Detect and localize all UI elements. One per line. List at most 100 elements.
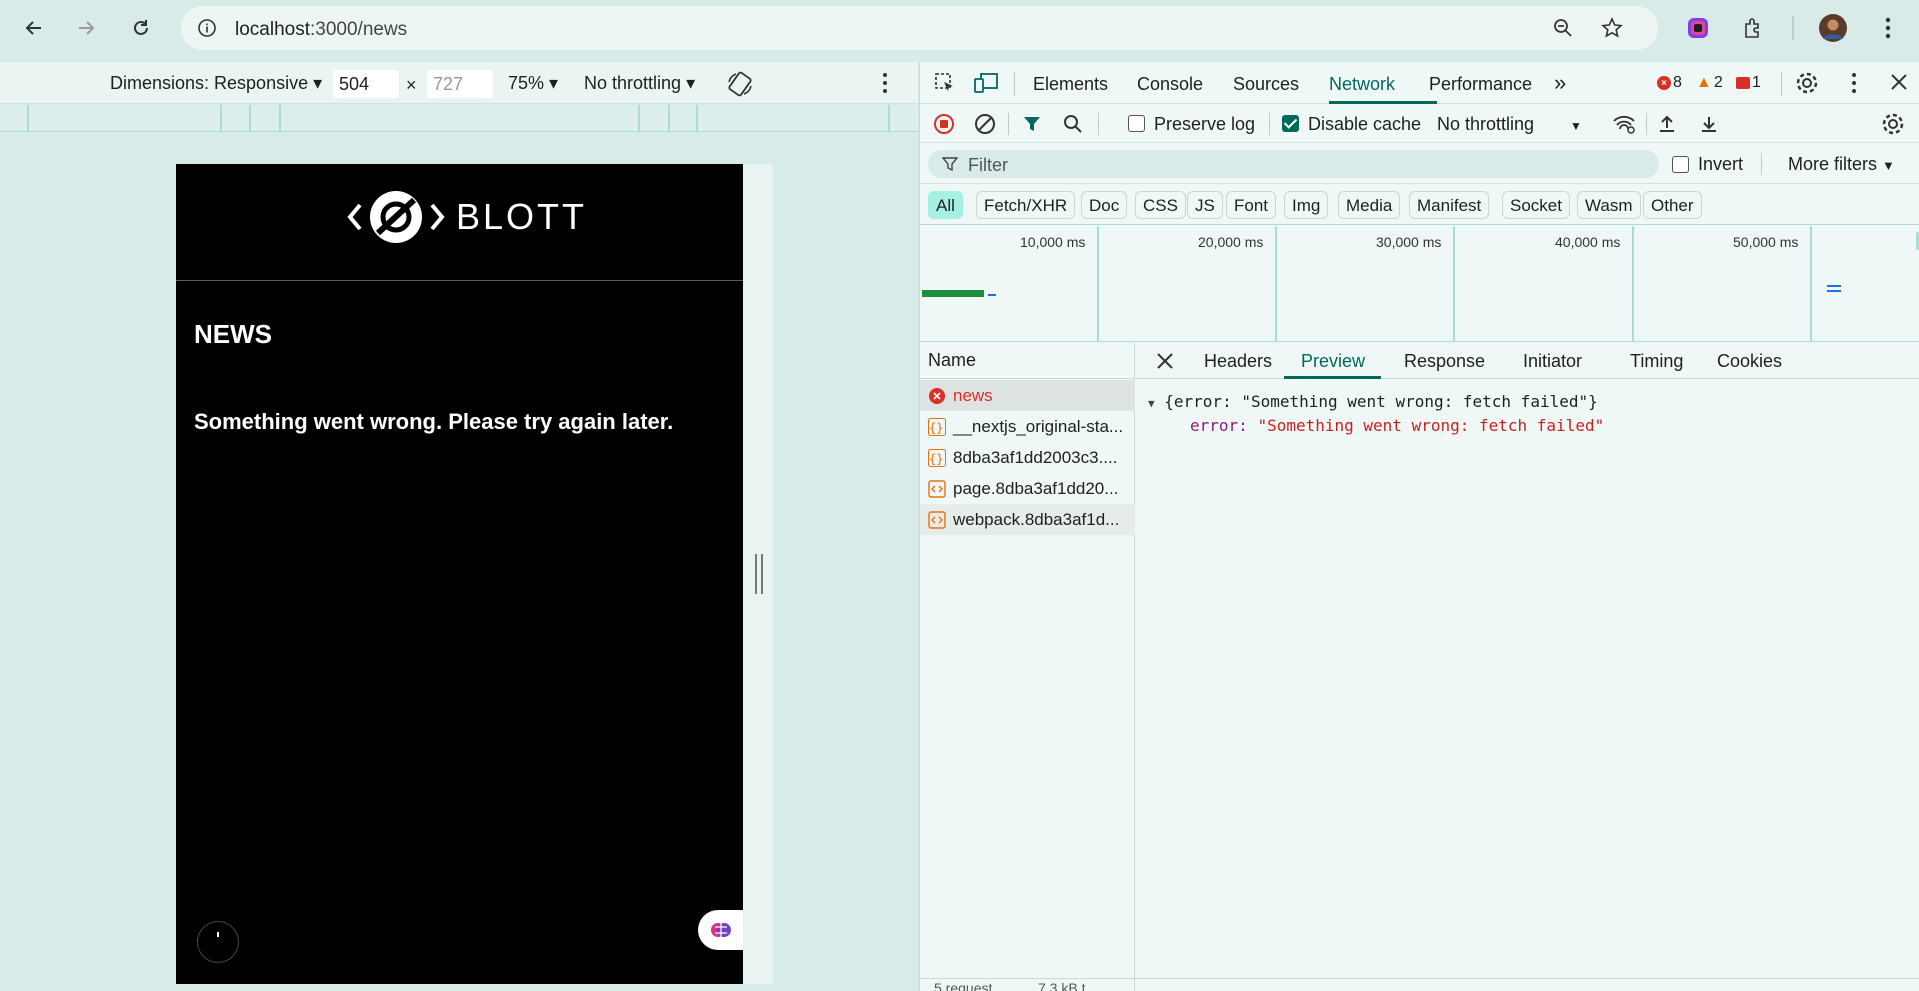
clear-icon[interactable]	[973, 112, 997, 136]
error-icon: ×	[1657, 76, 1671, 90]
width-input[interactable]: 504	[333, 70, 399, 98]
record-stop-icon[interactable]	[932, 112, 956, 136]
back-button[interactable]	[18, 12, 50, 44]
request-list-header[interactable]: Name	[920, 343, 1135, 379]
tab-preview[interactable]: Preview	[1301, 351, 1365, 372]
devtools-panel: Elements Console Sources Network Perform…	[919, 62, 1919, 991]
brain-assistant-button[interactable]	[698, 910, 743, 950]
type-socket[interactable]: Socket	[1502, 191, 1570, 219]
preview-property-row[interactable]: error: "Something went wrong: fetch fail…	[1190, 416, 1604, 435]
more-filters-select[interactable]: More filters ▼	[1788, 154, 1895, 175]
tab-network[interactable]: Network	[1329, 74, 1395, 95]
tab-cookies[interactable]: Cookies	[1717, 351, 1782, 372]
reload-button[interactable]	[125, 12, 157, 44]
type-img[interactable]: Img	[1284, 191, 1329, 219]
filter-input[interactable]: Filter	[928, 150, 1659, 178]
site-info-icon[interactable]	[197, 18, 217, 43]
blott-logo[interactable]: BLOTT	[346, 188, 587, 246]
zoom-select[interactable]: 75% ▾	[508, 73, 558, 94]
throttling-select[interactable]: No throttling ▾	[584, 73, 695, 94]
url-path: :3000/news	[310, 19, 408, 40]
brain-icon	[710, 923, 731, 937]
bookmark-star-icon[interactable]	[1601, 17, 1623, 44]
more-tabs-icon[interactable]: »	[1554, 70, 1566, 96]
settings-gear-icon[interactable]	[1795, 71, 1819, 100]
type-fetch-xhr[interactable]: Fetch/XHR	[976, 191, 1076, 219]
close-devtools-icon[interactable]	[1890, 73, 1908, 96]
puzzle-icon[interactable]	[1737, 12, 1769, 44]
network-toolbar: Preserve log Disable cache No throttling…	[920, 105, 1919, 143]
network-throttling-select[interactable]: No throttling	[1437, 114, 1534, 135]
devtools-tab-bar: Elements Console Sources Network Perform…	[920, 62, 1919, 104]
warnings-badge[interactable]: ▲ 2	[1696, 74, 1723, 92]
tab-headers[interactable]: Headers	[1204, 351, 1272, 372]
tab-sources[interactable]: Sources	[1233, 74, 1299, 95]
forward-button[interactable]	[70, 12, 102, 44]
type-wasm[interactable]: Wasm	[1577, 191, 1641, 219]
close-detail-icon[interactable]	[1156, 352, 1174, 375]
throttling-dropdown-icon[interactable]: ▼	[1570, 119, 1582, 133]
type-js[interactable]: JS	[1187, 191, 1223, 219]
rotate-icon[interactable]	[726, 70, 754, 103]
type-other[interactable]: Other	[1643, 191, 1702, 219]
tab-console[interactable]: Console	[1137, 74, 1203, 95]
height-input[interactable]: 727	[427, 70, 493, 98]
back-icon	[25, 21, 41, 35]
filter-funnel-icon[interactable]	[1020, 112, 1044, 136]
search-icon[interactable]	[1061, 112, 1085, 136]
svg-text:{}: {}	[929, 421, 943, 435]
json-icon: {}	[928, 417, 946, 436]
preview-summary: {error: "Something went wrong: fetch fai…	[1164, 392, 1598, 411]
preserve-log-checkbox[interactable]	[1128, 115, 1145, 132]
type-css[interactable]: CSS	[1135, 191, 1186, 219]
type-media[interactable]: Media	[1338, 191, 1401, 219]
resize-handle[interactable]	[755, 554, 763, 594]
devtools-more-icon[interactable]	[1851, 72, 1857, 99]
type-doc[interactable]: Doc	[1081, 191, 1128, 219]
timeline-label-40s: 40,000 ms	[1555, 234, 1621, 250]
request-row[interactable]: {} 8dba3af1dd2003c3....	[920, 442, 1135, 473]
type-all[interactable]: All	[928, 191, 963, 219]
preview-object-row[interactable]: ▼ {error: "Something went wrong: fetch f…	[1148, 392, 1598, 411]
issues-badge[interactable]: 1	[1736, 74, 1761, 92]
invert-checkbox[interactable]	[1672, 156, 1689, 173]
active-detail-tab-indicator	[1284, 376, 1381, 379]
disable-cache-checkbox[interactable]	[1282, 115, 1299, 132]
device-toggle-icon[interactable]	[973, 71, 999, 100]
type-manifest[interactable]: Manifest	[1409, 191, 1490, 219]
request-row[interactable]: news	[920, 380, 1135, 411]
tab-initiator[interactable]: Initiator	[1523, 351, 1582, 372]
import-har-icon[interactable]	[1655, 112, 1679, 136]
transfer-size: 7.3 kB t	[1038, 980, 1086, 991]
request-row[interactable]: {} __nextjs_original-sta...	[920, 411, 1135, 442]
network-conditions-icon[interactable]	[1612, 112, 1636, 136]
preview-pane: ▼ {error: "Something went wrong: fetch f…	[1136, 380, 1919, 980]
media-query-bar[interactable]	[0, 105, 918, 132]
request-detail-tabs: Headers Preview Response Initiator Timin…	[1136, 343, 1919, 379]
disable-cache-label: Disable cache	[1308, 114, 1422, 134]
address-bar[interactable]: localhost:3000/news	[181, 6, 1658, 50]
profile-avatar[interactable]	[1817, 12, 1849, 44]
tab-response[interactable]: Response	[1404, 351, 1485, 372]
zoom-icon[interactable]	[1553, 18, 1573, 43]
errors-badge[interactable]: × 8	[1657, 74, 1682, 92]
export-har-icon[interactable]	[1697, 112, 1721, 136]
svg-text:{}: {}	[929, 452, 943, 466]
extension-icon[interactable]	[1682, 12, 1714, 44]
inspect-element-icon[interactable]	[933, 71, 957, 100]
tab-elements[interactable]: Elements	[1033, 74, 1108, 95]
request-row[interactable]: webpack.8dba3af1d...	[920, 504, 1135, 535]
request-row[interactable]: page.8dba3af1dd20...	[920, 473, 1135, 504]
issue-icon	[1736, 77, 1750, 89]
type-font[interactable]: Font	[1226, 191, 1277, 219]
menu-icon[interactable]	[1872, 12, 1904, 44]
more-options-icon[interactable]	[882, 72, 888, 99]
network-overview-timeline[interactable]: 10,000 ms 20,000 ms 30,000 ms 40,000 ms …	[920, 226, 1919, 342]
tab-performance[interactable]: Performance	[1429, 74, 1532, 95]
device-emulation-pane: Dimensions: Responsive ▾ 504 × 727 75% ▾…	[0, 62, 918, 991]
dimensions-select[interactable]: Dimensions: Responsive ▾	[110, 73, 322, 94]
network-settings-icon[interactable]	[1881, 112, 1905, 136]
tab-timing[interactable]: Timing	[1630, 351, 1683, 372]
invert-label: Invert	[1698, 154, 1744, 174]
reload-icon	[134, 20, 148, 35]
